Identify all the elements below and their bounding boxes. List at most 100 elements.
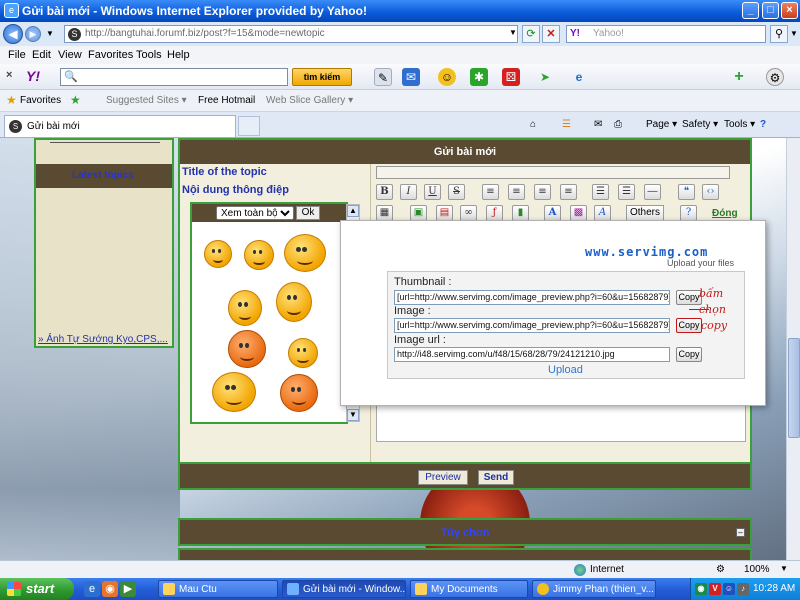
- video-icon[interactable]: ▮: [512, 205, 529, 221]
- tools-menu[interactable]: Tools ▾: [724, 119, 755, 130]
- align-left-icon[interactable]: ≡: [482, 184, 499, 200]
- answers-icon[interactable]: ➤: [536, 68, 554, 86]
- games-icon[interactable]: ✱: [470, 68, 488, 86]
- smiley-cool-icon[interactable]: [288, 338, 318, 368]
- font-size-icon[interactable]: A: [544, 205, 561, 221]
- quicklaunch-ie-icon[interactable]: e: [84, 581, 100, 597]
- scroll-down-icon[interactable]: ▼: [347, 409, 359, 421]
- code-icon[interactable]: ‹›: [702, 184, 719, 200]
- upload-link[interactable]: Upload: [548, 364, 583, 376]
- favorites-button[interactable]: Favorites: [20, 95, 61, 106]
- mail-icon[interactable]: ✉: [402, 68, 420, 86]
- smiley-laugh-icon[interactable]: [284, 234, 326, 272]
- favorites-star-icon[interactable]: ★: [6, 93, 17, 107]
- smiley-tongue-icon[interactable]: [244, 240, 274, 270]
- latest-topic-link[interactable]: » Ảnh Tự Sướng Kyo,CPS,...: [38, 334, 168, 345]
- home-icon[interactable]: ⌂: [530, 119, 536, 130]
- align-center-icon[interactable]: ≡: [508, 184, 525, 200]
- tools-icon[interactable]: ✎: [374, 68, 392, 86]
- numbered-list-icon[interactable]: ☰: [618, 184, 635, 200]
- quicklaunch-firefox-icon[interactable]: ◉: [102, 581, 118, 597]
- new-tab-button[interactable]: [238, 116, 260, 136]
- tray-volume-icon[interactable]: ♪: [737, 583, 749, 595]
- page-menu[interactable]: Page ▾: [646, 119, 677, 130]
- thumbnail-code-field[interactable]: [url=http://www.servimg.com/image_previe…: [394, 290, 670, 305]
- task-my-documents[interactable]: My Documents: [410, 580, 528, 598]
- image-code-field[interactable]: [url=http://www.servimg.com/image_previe…: [394, 318, 670, 333]
- read-mail-icon[interactable]: ✉: [594, 119, 602, 130]
- refresh-icon[interactable]: ⟳: [522, 25, 540, 43]
- others-button[interactable]: Others: [626, 205, 664, 221]
- window-title-bar[interactable]: e Gửi bài mới - Windows Internet Explore…: [0, 0, 800, 22]
- scroll-up-icon[interactable]: ▲: [347, 205, 359, 217]
- menu-edit[interactable]: Edit: [32, 49, 51, 61]
- protected-mode-icon[interactable]: ⚙: [716, 564, 725, 575]
- collapse-icon[interactable]: –: [736, 528, 745, 537]
- align-right-icon[interactable]: ≡: [534, 184, 551, 200]
- bold-icon[interactable]: B: [376, 184, 393, 200]
- strike-icon[interactable]: S: [448, 184, 465, 200]
- address-dropdown-icon[interactable]: ▼: [504, 25, 522, 43]
- search-options-icon[interactable]: ▼: [790, 29, 798, 38]
- ie-toolbar-icon[interactable]: e: [570, 68, 588, 86]
- host-image-icon[interactable]: ▤: [436, 205, 453, 221]
- smiley-mad-icon[interactable]: [280, 374, 318, 412]
- smilies-ok-button[interactable]: Ok: [296, 206, 320, 220]
- fav-suggested-sites[interactable]: Suggested Sites ▾: [106, 95, 187, 106]
- smiley-angry-icon[interactable]: [228, 330, 266, 368]
- horizontal-rule-icon[interactable]: ―: [644, 184, 661, 200]
- task-yahoo-messenger[interactable]: Jimmy Phan (thien_v...: [532, 580, 656, 598]
- task-ie-window[interactable]: Gửi bài mới - Window...: [282, 580, 406, 598]
- smiley-grin-icon[interactable]: [204, 240, 232, 268]
- back-button[interactable]: ◀: [3, 24, 23, 44]
- address-bar[interactable]: S http://bangtuhai.forumf.biz/post?f=15&…: [64, 25, 518, 43]
- link-icon[interactable]: ∞: [460, 205, 477, 221]
- image-url-field[interactable]: http://i48.servimg.com/u/f48/15/68/28/79…: [394, 347, 670, 362]
- forward-button[interactable]: ▶: [25, 26, 41, 42]
- quicklaunch-media-icon[interactable]: ▶: [120, 581, 136, 597]
- italic-icon[interactable]: I: [400, 184, 417, 200]
- menu-help[interactable]: Help: [167, 49, 190, 61]
- send-button[interactable]: Send: [478, 470, 514, 485]
- menu-file[interactable]: File: [8, 49, 26, 61]
- close-toolbar-icon[interactable]: ×: [6, 69, 12, 81]
- dice-icon[interactable]: ⚄: [502, 68, 520, 86]
- menu-tools[interactable]: Tools: [136, 49, 162, 61]
- recent-pages-dropdown-icon[interactable]: ▼: [46, 29, 54, 38]
- smiley-soldier-icon[interactable]: [212, 372, 256, 412]
- search-icon[interactable]: ⚲: [770, 25, 788, 43]
- stop-icon[interactable]: ✕: [542, 25, 560, 43]
- justify-icon[interactable]: ≡: [560, 184, 577, 200]
- close-button[interactable]: ×: [781, 2, 798, 19]
- zoom-dropdown-icon[interactable]: ▼: [780, 564, 788, 573]
- smilies-select[interactable]: Xem toàn bộ: [216, 206, 294, 220]
- options-title[interactable]: Tùy chọn: [180, 527, 750, 539]
- safety-menu[interactable]: Safety ▾: [682, 119, 718, 130]
- tab-active[interactable]: S Gửi bài mới: [4, 115, 236, 137]
- smiley-shocked-icon[interactable]: [276, 282, 312, 322]
- task-mau-ctu[interactable]: Mau Ctu: [158, 580, 278, 598]
- add-button-icon[interactable]: +: [730, 68, 748, 86]
- underline-icon[interactable]: U: [424, 184, 441, 200]
- topic-title-input[interactable]: [376, 166, 730, 179]
- menu-view[interactable]: View: [58, 49, 82, 61]
- menu-favorites[interactable]: Favorites: [88, 49, 133, 61]
- scrollbar-thumb[interactable]: [788, 338, 800, 438]
- minimize-button[interactable]: _: [742, 2, 759, 19]
- settings-gear-icon[interactable]: ⚙: [766, 68, 784, 86]
- feeds-icon[interactable]: ☰: [562, 119, 571, 130]
- page-scrollbar[interactable]: [786, 138, 800, 578]
- table-icon[interactable]: ▦: [376, 205, 393, 221]
- messenger-icon[interactable]: ☺: [438, 68, 456, 86]
- flash-icon[interactable]: ƒ: [486, 205, 503, 221]
- font-face-icon[interactable]: A: [594, 205, 611, 221]
- bullet-list-icon[interactable]: ☰: [592, 184, 609, 200]
- yahoo-search-input[interactable]: 🔍: [60, 68, 288, 86]
- yahoo-logo[interactable]: Y!: [26, 68, 40, 84]
- start-button[interactable]: start: [0, 578, 74, 600]
- print-icon[interactable]: ⎙: [614, 119, 622, 130]
- tray-messenger-icon[interactable]: ☺: [723, 583, 735, 595]
- smiley-cry-icon[interactable]: [228, 290, 262, 326]
- editor-help-icon[interactable]: ?: [680, 205, 697, 221]
- add-favorites-icon[interactable]: ★: [70, 93, 81, 107]
